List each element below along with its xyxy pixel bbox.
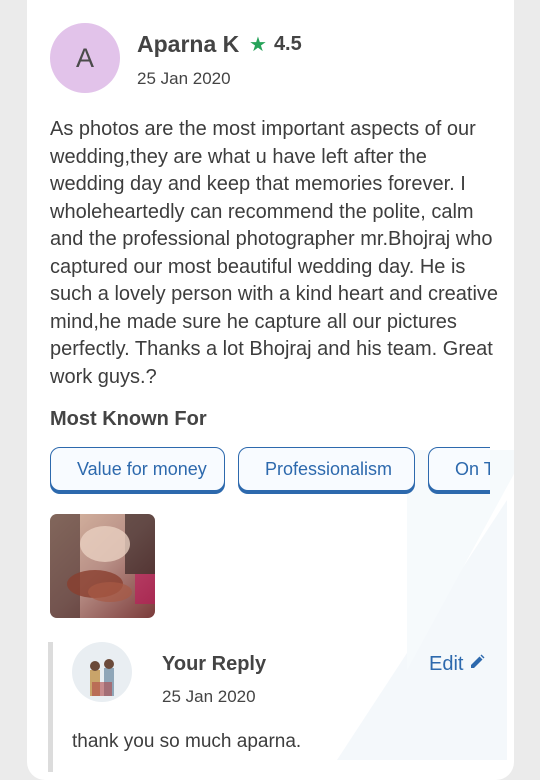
reviewer-avatar: A	[50, 23, 120, 93]
most-known-for-title: Most Known For	[50, 408, 207, 430]
review-date: 25 Jan 2020	[137, 69, 231, 88]
reply-avatar	[72, 642, 132, 702]
chip-professionalism[interactable]: Professionalism	[238, 447, 415, 491]
review-card: A Aparna K ★ 4.5 25 Jan 2020 As photos a…	[27, 0, 514, 780]
reviewer-name: Aparna K	[137, 31, 240, 57]
reply-date: 25 Jan 2020	[162, 687, 256, 706]
review-photo-thumbnail[interactable]	[50, 514, 155, 618]
edit-label: Edit	[429, 653, 464, 675]
chip-on-time[interactable]: On T	[428, 447, 490, 491]
known-for-chips[interactable]: Value for money Professionalism On T	[50, 447, 490, 497]
chip-value-for-money[interactable]: Value for money	[50, 447, 225, 491]
reply-title: Your Reply	[162, 653, 267, 675]
pencil-icon	[469, 653, 485, 676]
review-rating: ★ 4.5	[249, 32, 302, 57]
rating-value: 4.5	[273, 33, 302, 55]
reviewer-avatar-letter: A	[75, 42, 94, 73]
edit-reply-button[interactable]: Edit	[429, 653, 485, 676]
reply-divider	[48, 642, 53, 772]
reply-text: thank you so much aparna.	[72, 731, 302, 752]
review-text: As photos are the most important aspects…	[50, 118, 499, 388]
star-icon: ★	[249, 34, 267, 56]
